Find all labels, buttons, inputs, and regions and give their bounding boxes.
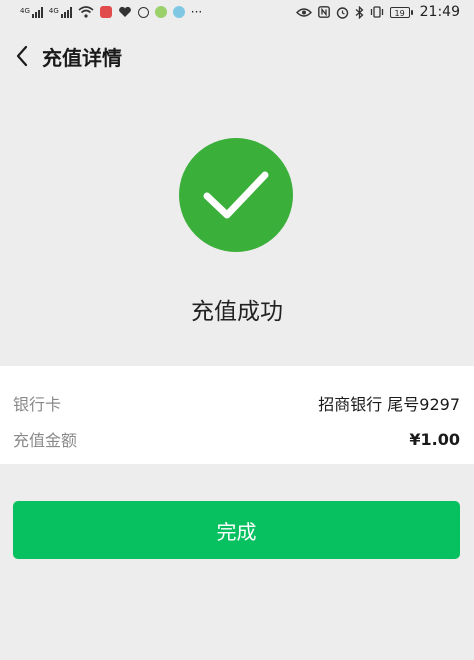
bank-card-label: 银行卡 — [13, 395, 62, 414]
detail-row-amount: 充值金额 ¥1.00 — [13, 420, 460, 458]
nav-bar: 充值详情 — [0, 32, 474, 80]
clock-time: 21:49 — [419, 4, 460, 20]
detail-row-bank-card: 银行卡 招商银行 尾号9297 — [13, 384, 460, 422]
bank-card-value: 招商银行 尾号9297 — [318, 395, 460, 414]
back-button[interactable] — [4, 32, 40, 80]
signal-icon: 4G — [20, 6, 43, 18]
bluetooth-icon — [355, 5, 364, 19]
eye-icon — [295, 7, 312, 17]
nfc-icon — [317, 6, 330, 18]
status-left: 4G 4G ··· — [20, 5, 202, 19]
heart-icon — [118, 6, 131, 17]
detail-card: 银行卡 招商银行 尾号9297 充值金额 ¥1.00 — [0, 366, 474, 464]
more-indicator: ··· — [190, 5, 203, 19]
alarm-icon — [336, 6, 348, 19]
app-icon — [154, 6, 167, 18]
status-bar: 4G 4G ··· 19 21:49 — [0, 0, 474, 24]
amount-label: 充值金额 — [13, 431, 78, 450]
app-icon — [137, 6, 149, 18]
signal-icon: 4G — [49, 6, 72, 18]
chevron-left-icon — [16, 45, 28, 67]
status-right: 19 21:49 — [295, 4, 460, 20]
amount-value: ¥1.00 — [409, 429, 460, 449]
success-circle — [179, 138, 293, 252]
checkmark-icon — [203, 171, 269, 219]
battery-icon: 19 — [389, 6, 413, 18]
vibrate-icon — [370, 6, 383, 18]
app-icon — [172, 6, 185, 18]
done-button[interactable]: 完成 — [13, 501, 460, 559]
success-message: 充值成功 — [191, 299, 283, 325]
mic-icon — [99, 6, 112, 18]
wifi-icon — [78, 6, 94, 18]
page-title: 充值详情 — [42, 45, 122, 70]
